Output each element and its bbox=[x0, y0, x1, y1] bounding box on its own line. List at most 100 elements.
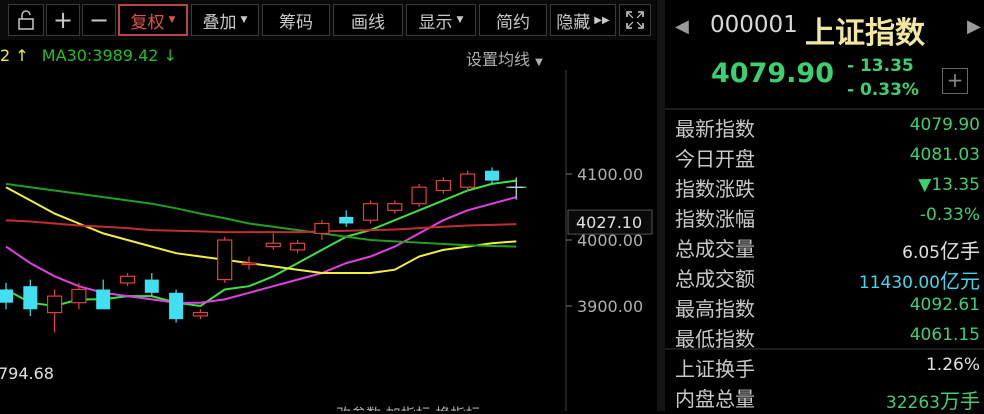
quote-row: 总成交量 6.05亿手 bbox=[675, 233, 980, 263]
chips-button[interactable]: 筹码 bbox=[262, 4, 330, 36]
quote-row: 总成交额 11430.00亿元 bbox=[675, 263, 980, 293]
candle-body bbox=[192, 312, 208, 317]
candle bbox=[265, 233, 281, 250]
quote-value-number: 4092.61 bbox=[909, 295, 980, 315]
quote-panel: ◀ 000001 上证指数 ▶ 4079.90 - 13.35 - 0.33% … bbox=[665, 0, 984, 413]
candle-body bbox=[290, 242, 306, 251]
quote-row-value: 4079.90 bbox=[910, 115, 980, 135]
adjust-label: 复权 bbox=[130, 12, 165, 33]
candle bbox=[217, 236, 233, 283]
caret-down-icon: ▼ bbox=[535, 57, 543, 68]
candle-body bbox=[241, 262, 257, 266]
quote-row: 上证换手 1.26% bbox=[675, 353, 980, 383]
candle bbox=[169, 289, 184, 323]
candle bbox=[0, 282, 13, 310]
adjust-button[interactable]: 复权 ▼ bbox=[118, 4, 188, 36]
ma-setting-label: 设置均线 bbox=[466, 50, 531, 69]
candle-body bbox=[23, 286, 38, 310]
candle-body bbox=[71, 288, 87, 304]
zoom-in-button[interactable]: + bbox=[46, 4, 80, 36]
candle-body bbox=[435, 179, 451, 192]
double-arrow-icon: ▶▶ bbox=[594, 14, 610, 26]
quote-value-number: 4061.15 bbox=[909, 325, 980, 345]
price-change: - 13.35 bbox=[847, 56, 914, 76]
ma-line-ma20 bbox=[5, 186, 517, 274]
simple-label: 简约 bbox=[496, 12, 530, 33]
quote-value-number: 11430.00 bbox=[858, 273, 940, 293]
candle bbox=[387, 200, 403, 214]
caret-down-icon: ▼ bbox=[168, 15, 176, 25]
candle-body bbox=[460, 173, 476, 188]
quote-value-number: 1.26% bbox=[925, 355, 980, 375]
quote-row-value: 32263万手 bbox=[886, 385, 980, 414]
hide-button[interactable]: 隐藏 ▶▶ bbox=[550, 4, 616, 36]
candle-body bbox=[314, 222, 330, 234]
candle bbox=[339, 210, 354, 227]
quote-value-number: ▼13.35 bbox=[918, 175, 980, 195]
fullscreen-button[interactable] bbox=[619, 4, 651, 36]
quote-value-unit: 万手 bbox=[940, 389, 980, 413]
candle-body bbox=[144, 279, 159, 293]
candle bbox=[144, 273, 159, 297]
overlay-button[interactable]: 叠加 ▼ bbox=[191, 4, 259, 36]
display-label: 显示 bbox=[418, 12, 453, 33]
indicator-tabs: 改参数 加指标 换指标 bbox=[336, 405, 481, 411]
next-arrow-icon[interactable]: ▶ bbox=[967, 16, 981, 37]
candle bbox=[290, 240, 306, 254]
quote-row: 内盘总量 32263万手 bbox=[675, 383, 980, 413]
quote-row-value: 6.05亿手 bbox=[902, 235, 980, 264]
ma-setting-dropdown[interactable]: 设置均线 ▼ bbox=[466, 46, 543, 70]
quote-value-number: 4081.03 bbox=[909, 145, 980, 165]
overlay-label: 叠加 bbox=[202, 12, 237, 33]
ma-legend: 2 ↑ MA30:3989.42 ↓ bbox=[0, 46, 177, 65]
hide-label: 隐藏 bbox=[556, 12, 591, 33]
candle bbox=[192, 309, 208, 320]
quote-row-value: 11430.00亿元 bbox=[859, 265, 980, 294]
candle-body bbox=[0, 289, 13, 303]
quote-value-number: 4079.90 bbox=[909, 115, 980, 135]
candle-body bbox=[362, 203, 379, 221]
zoom-out-button[interactable]: − bbox=[82, 4, 116, 36]
quote-row-value: 1.26% bbox=[926, 355, 980, 375]
candle-body bbox=[169, 292, 184, 320]
candle bbox=[96, 279, 111, 310]
candle bbox=[23, 279, 38, 316]
prev-arrow-icon[interactable]: ◀ bbox=[675, 16, 689, 37]
kline-chart[interactable]: 4100.004000.003900.004027.10 794.68改参数 加… bbox=[0, 70, 656, 411]
candle bbox=[314, 220, 330, 240]
candle bbox=[46, 289, 63, 333]
candle-body bbox=[339, 216, 354, 224]
divider bbox=[665, 108, 984, 110]
stock-code: 000001 bbox=[710, 12, 798, 38]
draw-line-label: 画线 bbox=[351, 12, 385, 33]
candle-body bbox=[485, 170, 499, 181]
candle-body bbox=[387, 203, 403, 211]
y-tick-label: 4100.00 bbox=[577, 165, 643, 184]
quote-row-label: 内盘总量 bbox=[675, 387, 755, 411]
quote-row-label: 总成交额 bbox=[675, 267, 755, 291]
candle bbox=[362, 200, 379, 224]
draw-line-button[interactable]: 画线 bbox=[333, 4, 403, 36]
current-price: 4079.90 bbox=[711, 58, 834, 89]
plus-icon: + bbox=[946, 68, 964, 92]
quote-row-value: 4092.61 bbox=[910, 295, 980, 315]
add-watchlist-button[interactable]: + bbox=[942, 68, 968, 94]
display-button[interactable]: 显示 ▼ bbox=[406, 4, 476, 36]
quote-value-number: 6.05 bbox=[902, 243, 940, 263]
simple-button[interactable]: 简约 bbox=[479, 4, 547, 36]
ma20-legend: 2 ↑ bbox=[0, 46, 29, 65]
panel-divider[interactable] bbox=[657, 0, 665, 411]
quote-value-number: 32263 bbox=[885, 393, 940, 413]
quote-row-label: 上证换手 bbox=[675, 357, 755, 381]
candle bbox=[460, 170, 476, 191]
candle-body bbox=[119, 275, 136, 284]
current-price-label: 4027.10 bbox=[576, 213, 642, 232]
lock-icon bbox=[18, 10, 34, 30]
candle-body bbox=[265, 242, 281, 248]
chart-toolbar: + − 复权 ▼ 叠加 ▼ 筹码 画线 显示 ▼ 简约 隐藏 ▶▶ bbox=[0, 0, 656, 40]
candle bbox=[241, 256, 257, 270]
lock-button[interactable] bbox=[8, 4, 44, 36]
quote-row-label: 指数涨跌 bbox=[675, 177, 755, 201]
quote-row-value: -0.33% bbox=[920, 205, 980, 225]
quote-value-number: -0.33% bbox=[919, 205, 980, 225]
